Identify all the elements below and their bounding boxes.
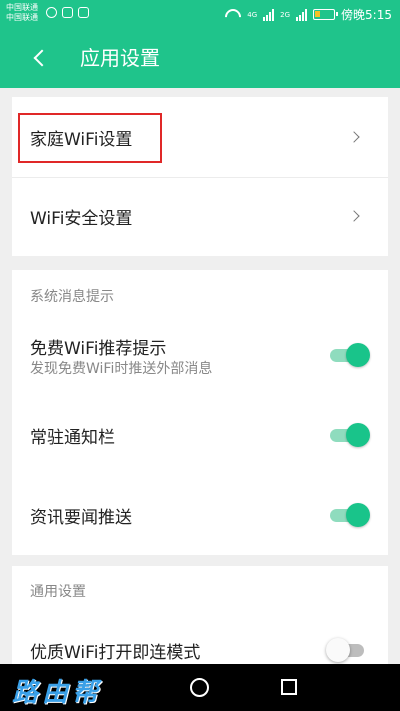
list-item-news-push: 资讯要闻推送 bbox=[12, 475, 388, 555]
toggle-knob bbox=[326, 638, 350, 662]
carrier-info: 中国联通 中国联通 bbox=[6, 3, 38, 23]
battery-icon bbox=[313, 9, 339, 20]
toggle-knob bbox=[346, 343, 370, 367]
list-item-free-wifi-recommend: 免费WiFi推荐提示 发现免费WiFi时推送外部消息 bbox=[12, 320, 388, 390]
signal-icon bbox=[263, 8, 275, 21]
system-nav-bar: 路由帮 bbox=[0, 664, 400, 711]
section-title: 系统消息提示 bbox=[30, 289, 114, 305]
free-wifi-recommend-label: 免费WiFi推荐提示 bbox=[30, 339, 167, 359]
carrier-line-1: 中国联通 bbox=[6, 3, 38, 12]
network-type-1: 4G bbox=[247, 10, 258, 19]
settings-notification-icon bbox=[78, 7, 89, 18]
carrier-line-2: 中国联通 bbox=[6, 13, 38, 22]
back-arrow-icon[interactable] bbox=[26, 44, 54, 72]
persistent-notification-toggle[interactable] bbox=[330, 421, 370, 449]
quality-wifi-autoconnect-label: 优质WiFi打开即连模式 bbox=[30, 643, 201, 663]
wifi-icon bbox=[225, 9, 241, 21]
page-title: 应用设置 bbox=[80, 46, 160, 70]
chevron-right-icon bbox=[348, 210, 360, 222]
watermark-logo: 路由帮 bbox=[12, 678, 103, 708]
home-circle-icon[interactable] bbox=[190, 678, 209, 697]
app-notification-icon bbox=[62, 7, 73, 18]
free-wifi-recommend-subtitle: 发现免费WiFi时推送外部消息 bbox=[30, 361, 213, 377]
network-type-2: 2G bbox=[280, 10, 291, 19]
general-settings-card: 通用设置 优质WiFi打开即连模式 bbox=[12, 566, 388, 676]
persistent-notification-label: 常驻通知栏 bbox=[30, 428, 115, 448]
toggle-knob bbox=[346, 503, 370, 527]
free-wifi-recommend-toggle[interactable] bbox=[330, 341, 370, 369]
news-push-toggle[interactable] bbox=[330, 501, 370, 529]
highlight-box bbox=[18, 113, 162, 163]
list-item-persistent-notification: 常驻通知栏 bbox=[12, 395, 388, 475]
shield-icon bbox=[46, 7, 57, 18]
recent-apps-square-icon[interactable] bbox=[281, 679, 297, 695]
toggle-knob bbox=[346, 423, 370, 447]
list-item-wifi-security[interactable]: WiFi安全设置 bbox=[12, 177, 388, 256]
wifi-security-label: WiFi安全设置 bbox=[30, 209, 133, 229]
status-time: 傍晚5:15 bbox=[341, 8, 392, 22]
status-notification-icons bbox=[46, 7, 89, 18]
news-push-label: 资讯要闻推送 bbox=[30, 508, 132, 528]
notification-settings-card: 系统消息提示 免费WiFi推荐提示 发现免费WiFi时推送外部消息 常驻通知栏 … bbox=[12, 270, 388, 555]
section-title: 通用设置 bbox=[30, 584, 86, 600]
status-right: 4G 2G 傍晚5:15 bbox=[225, 6, 392, 23]
signal-icon-2 bbox=[296, 8, 308, 21]
status-bar: 中国联通 中国联通 4G 2G 傍晚5:15 bbox=[0, 0, 400, 28]
quality-wifi-autoconnect-toggle[interactable] bbox=[326, 636, 368, 664]
chevron-right-icon bbox=[348, 131, 360, 143]
app-bar: 应用设置 bbox=[0, 28, 400, 88]
